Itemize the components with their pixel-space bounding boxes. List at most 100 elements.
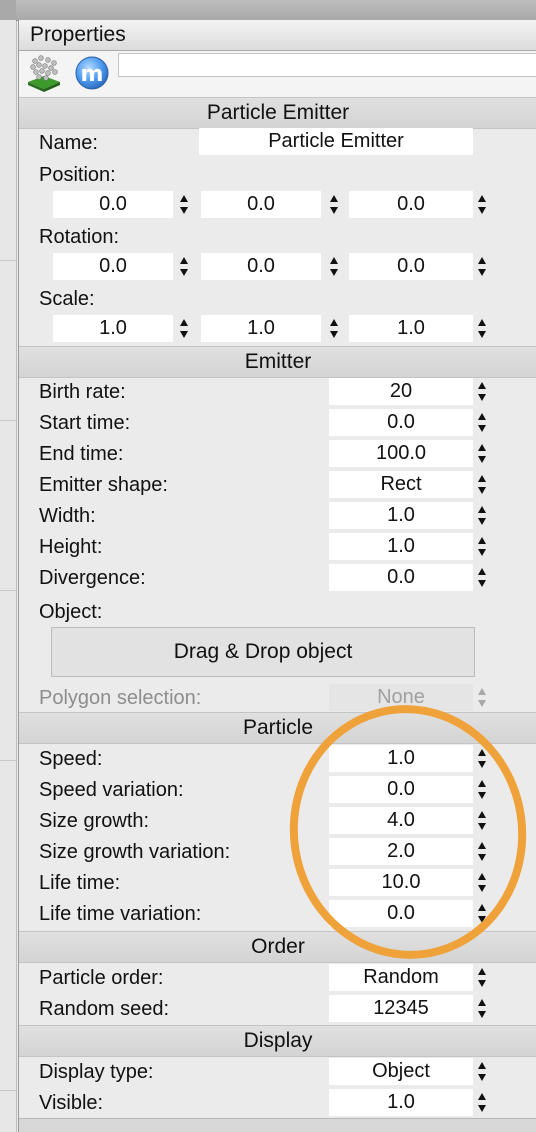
section-particle-emitter[interactable]: Particle Emitter bbox=[19, 97, 536, 129]
display-row-value[interactable]: 1.0 bbox=[329, 1089, 473, 1116]
position-label: Position: bbox=[39, 164, 116, 186]
emitter-row-value[interactable]: 1.0 bbox=[329, 533, 473, 560]
particle-row-stepper[interactable] bbox=[476, 807, 488, 834]
order-row-value[interactable]: 12345 bbox=[329, 995, 473, 1022]
emitter-row-value[interactable]: 0.0 bbox=[329, 564, 473, 591]
emitter-row-value[interactable]: 0.0 bbox=[329, 409, 473, 436]
viewport-edge-top bbox=[0, 0, 16, 20]
display-row-label: Visible: bbox=[39, 1092, 104, 1114]
emitter-row-stepper[interactable] bbox=[476, 502, 488, 529]
grid-line bbox=[0, 420, 16, 421]
particle-row-label: Speed: bbox=[39, 748, 103, 770]
panel-title: Properties bbox=[30, 23, 126, 46]
particle-row-label: Life time variation: bbox=[39, 903, 202, 925]
display-row-stepper[interactable] bbox=[476, 1058, 488, 1085]
section-order[interactable]: Order bbox=[19, 931, 536, 963]
emitter-row-value[interactable]: 100.0 bbox=[329, 440, 473, 467]
particle-row-stepper[interactable] bbox=[476, 838, 488, 865]
properties-toolbar: m bbox=[19, 51, 536, 100]
scale-x-stepper[interactable] bbox=[178, 315, 190, 342]
position-z-stepper[interactable] bbox=[476, 191, 488, 218]
particle-row-value[interactable]: 0.0 bbox=[329, 776, 473, 803]
position-x-field[interactable]: 0.0 bbox=[53, 191, 173, 218]
rotation-z-field[interactable]: 0.0 bbox=[349, 253, 473, 280]
window-top-bar bbox=[16, 0, 536, 21]
polygon-selection-stepper bbox=[476, 684, 488, 711]
particle-row-label: Size growth variation: bbox=[39, 841, 231, 863]
section-particle[interactable]: Particle bbox=[19, 712, 536, 744]
display-row-stepper[interactable] bbox=[476, 1089, 488, 1116]
scale-y-field[interactable]: 1.0 bbox=[201, 315, 321, 342]
particle-row-stepper[interactable] bbox=[476, 869, 488, 896]
section-emitter[interactable]: Emitter bbox=[19, 346, 536, 378]
emitter-row-stepper[interactable] bbox=[476, 533, 488, 560]
emitter-row-value[interactable]: 1.0 bbox=[329, 502, 473, 529]
polygon-selection-label: Polygon selection: bbox=[39, 687, 202, 709]
display-row-label: Display type: bbox=[39, 1061, 154, 1083]
grid-line bbox=[0, 760, 16, 761]
particle-row-label: Life time: bbox=[39, 872, 121, 894]
particle-row-stepper[interactable] bbox=[476, 745, 488, 772]
m-icon[interactable]: m bbox=[74, 54, 110, 92]
scale-x-field[interactable]: 1.0 bbox=[53, 315, 173, 342]
drag-drop-object-zone[interactable]: Drag & Drop object bbox=[51, 627, 475, 677]
particle-emitter-icon[interactable] bbox=[26, 54, 62, 92]
rotation-x-field[interactable]: 0.0 bbox=[53, 253, 173, 280]
emitter-row-label: End time: bbox=[39, 443, 124, 465]
rotation-label: Rotation: bbox=[39, 226, 120, 248]
particle-row-value[interactable]: 1.0 bbox=[329, 745, 473, 772]
scale-z-stepper[interactable] bbox=[476, 315, 488, 342]
emitter-row-stepper[interactable] bbox=[476, 564, 488, 591]
particle-row-label: Size growth: bbox=[39, 810, 150, 832]
order-row-stepper[interactable] bbox=[476, 964, 488, 991]
name-label: Name: bbox=[39, 132, 98, 154]
order-row-label: Particle order: bbox=[39, 967, 164, 989]
emitter-row-value[interactable]: 20 bbox=[329, 378, 473, 405]
emitter-row-stepper[interactable] bbox=[476, 471, 488, 498]
properties-panel: Properties m Particle Emitter Name: Part… bbox=[18, 20, 536, 1132]
particle-row-value[interactable]: 0.0 bbox=[329, 900, 473, 927]
name-field[interactable]: Particle Emitter bbox=[199, 128, 473, 155]
emitter-row-label: Start time: bbox=[39, 412, 131, 434]
object-label: Object: bbox=[39, 601, 103, 623]
display-row-value[interactable]: Object bbox=[329, 1058, 473, 1085]
rotation-z-stepper[interactable] bbox=[476, 253, 488, 280]
order-row-stepper[interactable] bbox=[476, 995, 488, 1022]
emitter-row-label: Height: bbox=[39, 536, 103, 558]
particle-row-value[interactable]: 4.0 bbox=[329, 807, 473, 834]
emitter-row-label: Width: bbox=[39, 505, 96, 527]
position-x-stepper[interactable] bbox=[178, 191, 190, 218]
emitter-row-label: Emitter shape: bbox=[39, 474, 168, 496]
particle-row-stepper[interactable] bbox=[476, 776, 488, 803]
viewport-edge bbox=[0, 0, 17, 1132]
particle-row-label: Speed variation: bbox=[39, 779, 184, 801]
screen: Properties m Particle Emitter Name: Part… bbox=[0, 0, 536, 1132]
scale-y-stepper[interactable] bbox=[328, 315, 340, 342]
panel-bottom-bar bbox=[19, 1118, 536, 1132]
position-y-field[interactable]: 0.0 bbox=[201, 191, 321, 218]
grid-line bbox=[0, 260, 16, 261]
order-row-label: Random seed: bbox=[39, 998, 170, 1020]
particle-row-value[interactable]: 2.0 bbox=[329, 838, 473, 865]
scale-z-field[interactable]: 1.0 bbox=[349, 315, 473, 342]
position-y-stepper[interactable] bbox=[328, 191, 340, 218]
particle-row-value[interactable]: 10.0 bbox=[329, 869, 473, 896]
rotation-x-stepper[interactable] bbox=[178, 253, 190, 280]
toolbar-input[interactable] bbox=[118, 53, 536, 77]
emitter-row-stepper[interactable] bbox=[476, 409, 488, 436]
emitter-row-stepper[interactable] bbox=[476, 378, 488, 405]
particle-row-stepper[interactable] bbox=[476, 900, 488, 927]
section-display[interactable]: Display bbox=[19, 1025, 536, 1057]
grid-line bbox=[0, 1090, 16, 1091]
order-row-value[interactable]: Random bbox=[329, 964, 473, 991]
position-z-field[interactable]: 0.0 bbox=[349, 191, 473, 218]
emitter-row-label: Divergence: bbox=[39, 567, 146, 589]
svg-text:m: m bbox=[81, 62, 104, 87]
rotation-y-stepper[interactable] bbox=[328, 253, 340, 280]
panel-title-bar[interactable]: Properties bbox=[19, 20, 536, 51]
emitter-row-stepper[interactable] bbox=[476, 440, 488, 467]
rotation-y-field[interactable]: 0.0 bbox=[201, 253, 321, 280]
emitter-row-label: Birth rate: bbox=[39, 381, 126, 403]
emitter-row-value[interactable]: Rect bbox=[329, 471, 473, 498]
polygon-selection-field: None bbox=[329, 684, 473, 711]
